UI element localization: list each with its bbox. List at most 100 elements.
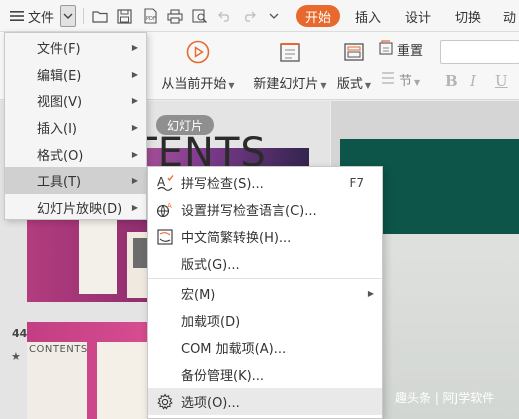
section-label: 节 [399,74,413,89]
menu-item-edit[interactable]: 编辑(E) ▶ [5,61,146,88]
menu-item-options[interactable]: 选项(O)... [148,388,382,415]
reset-icon [378,40,394,59]
gear-icon [155,392,175,412]
play-from-current-button[interactable]: 从当前开始 ▼ [160,40,236,92]
menu-item-label: COM 加载项(A)... [181,342,287,357]
spellcheck-icon: A [155,173,175,193]
menu-item-insert[interactable]: 插入(I) ▶ [5,114,146,141]
new-slide-button[interactable]: 新建幻灯片 ▼ [250,40,330,92]
tab-animation[interactable]: 动 [503,4,519,28]
undo-icon [218,10,232,22]
slide-animation-star-icon: ★ [11,350,21,363]
svg-text:A: A [157,175,166,189]
chevron-right-icon: ▶ [367,289,374,298]
menu-item-spell-check[interactable]: A 拼写检查(S)... F7 [148,169,382,196]
menu-item-backup[interactable]: 备份管理(K)... [148,361,382,388]
menu-item-macro[interactable]: 宏(M) ▶ [148,280,382,307]
menu-item-com-addins[interactable]: COM 加载项(A)... [148,334,382,361]
layout-label: 版式 [336,77,363,92]
play-icon [186,40,210,67]
thumbnail-title: CONTENTS [29,344,88,355]
thumbnail-paper [79,210,117,294]
menu-item-label: 拼写检查(S)... [181,177,264,192]
print-preview-icon [192,8,208,24]
chevron-down-icon [269,12,279,20]
pdf-icon: PDF [143,8,158,24]
menu-item-label: 加载项(D) [181,315,241,330]
menu-item-slideshow[interactable]: 幻灯片放映(D) ▶ [5,194,146,221]
menu-item-label: 设置拼写检查语言(C)... [181,204,317,219]
chinese-convert-icon [155,227,175,247]
open-folder-button[interactable] [90,4,110,28]
menu-item-label: 选项(O)... [181,396,240,411]
undo-button[interactable] [216,4,234,28]
menu-item-label: 插入(I) [37,122,77,137]
file-menu-label: 文件 [27,10,54,26]
svg-text:A: A [167,202,172,210]
menu-item-tools[interactable]: 工具(T) ▶ [5,167,146,194]
redo-button[interactable] [240,4,258,28]
save-button[interactable] [114,4,134,28]
menu-item-label: 工具(T) [37,175,82,190]
file-dropdown-button[interactable] [60,5,76,27]
layout-button[interactable]: 版式 ▼ [334,40,374,92]
customize-toolbar-button[interactable] [266,4,282,28]
redo-icon [242,10,256,22]
section-icon [380,70,396,89]
layout-icon [342,40,366,67]
save-icon [116,8,132,24]
menu-item-spell-language[interactable]: A 设置拼写检查语言(C)... [148,196,382,223]
language-globe-icon: A [155,200,175,220]
printer-icon [167,8,183,24]
print-preview-button[interactable] [190,4,210,28]
toolbar-divider [83,8,84,24]
font-name-input[interactable] [440,40,519,64]
menu-item-label: 视图(V) [37,95,83,110]
chevron-right-icon: ▶ [131,43,138,52]
play-from-current-label: 从当前开始 [161,77,227,92]
chevron-down-icon [63,12,73,20]
menu-item-label: 宏(M) [181,288,216,303]
watermark-text: 趣头条 | 阿J学软件 [395,391,495,405]
menu-item-label: 中文简繁转换(H)... [181,231,292,246]
tab-transition[interactable]: 切换 [453,4,483,28]
menu-item-label: 备份管理(K)... [181,369,265,384]
menu-item-label: 版式(G)... [181,258,240,273]
underline-icon[interactable]: U [495,72,508,90]
menu-item-label: 格式(O) [37,149,84,164]
menu-item-chinese-convert[interactable]: 中文简繁转换(H)... [148,223,382,250]
menu-item-label: 幻灯片放映(D) [37,202,123,217]
shortcut-label: F7 [349,175,364,190]
hamburger-icon [9,10,24,22]
reset-label: 重置 [397,44,424,59]
slide-number: 44 [12,327,28,340]
tab-insert[interactable]: 插入 [353,4,383,28]
tab-design[interactable]: 设计 [403,4,433,28]
menu-item-format[interactable]: 格式(O) ▶ [5,141,146,168]
tools-submenu: A 拼写检查(S)... F7 A 设置拼写检查语言(C)... 中文简繁转换(… [147,166,383,419]
export-pdf-button[interactable]: PDF [140,4,160,28]
chevron-right-icon: ▶ [131,123,138,132]
file-menu-button[interactable]: 文件 [6,4,58,28]
menu-divider [148,278,382,279]
menu-item-layout[interactable]: 版式(G)... [148,250,382,277]
tab-start[interactable]: 开始 [296,5,340,27]
menu-item-file[interactable]: 文件(F) ▶ [5,34,146,61]
print-button[interactable] [165,4,185,28]
menu-item-view[interactable]: 视图(V) ▶ [5,87,146,114]
file-menu: 文件(F) ▶ 编辑(E) ▶ 视图(V) ▶ 插入(I) ▶ 格式(O) ▶ 工具(T)… [4,32,147,220]
section-button[interactable]: 节 ▼ [380,70,430,89]
menu-item-addins[interactable]: 加载项(D) [148,307,382,334]
quick-access-toolbar: 文件 PDF 开始 插入 设计 切换 动 [0,0,519,32]
svg-text:PDF: PDF [146,16,156,22]
chevron-right-icon: ▶ [131,96,138,105]
folder-icon [92,9,108,23]
reset-button[interactable]: 重置 [378,40,434,59]
chevron-right-icon: ▶ [131,70,138,79]
menu-item-label: 编辑(E) [37,69,82,84]
menu-item-label: 文件(F) [37,42,81,57]
bold-icon[interactable]: B [445,72,458,90]
chevron-right-icon: ▶ [131,176,138,185]
italic-icon[interactable]: I [470,72,476,90]
chevron-right-icon: ▶ [131,150,138,159]
